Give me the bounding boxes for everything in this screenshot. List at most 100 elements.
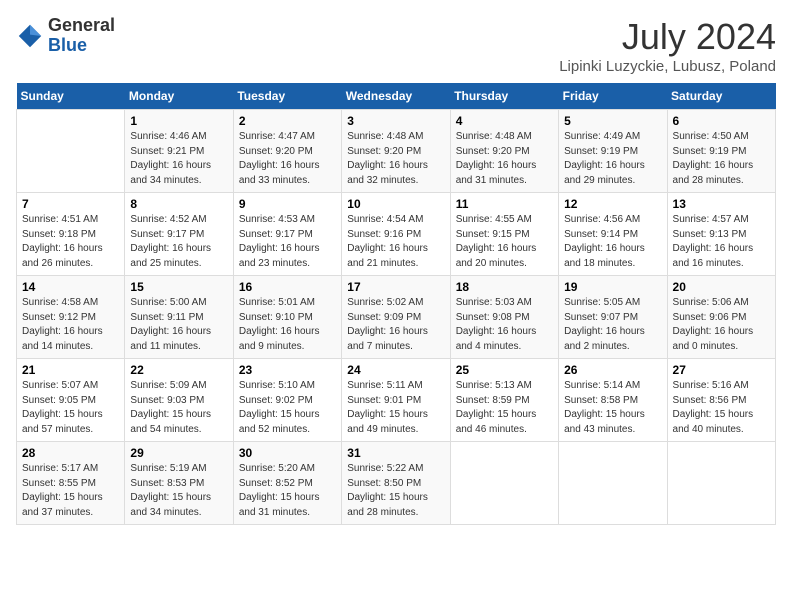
- calendar-cell: 10Sunrise: 4:54 AMSunset: 9:16 PMDayligh…: [342, 193, 450, 276]
- day-number: 19: [564, 280, 661, 294]
- day-number: 11: [456, 197, 553, 211]
- calendar-cell: 28 Sunrise: 5:17 AMSunset: 8:55 PMDayligh…: [17, 442, 125, 525]
- calendar-cell: [559, 442, 667, 525]
- day-number: 13: [673, 197, 770, 211]
- calendar-cell: 31 Sunrise: 5:22 AMSunset: 8:50 PMDayligh…: [342, 442, 450, 525]
- calendar-cell: 30Sunrise: 5:20 AMSunset: 8:52 PMDayligh…: [233, 442, 341, 525]
- day-info: Sunrise: 4:47 AMSunset: 9:20 PMDaylight:…: [239, 130, 336, 188]
- calendar-cell: 8 Sunrise: 4:52 AMSunset: 9:17 PMDaylight…: [125, 193, 233, 276]
- day-number: 4: [456, 114, 553, 128]
- day-info: Sunrise: 5:17 AMSunset: 8:55 PMDaylight:…: [22, 462, 119, 520]
- calendar-cell: [667, 442, 775, 525]
- day-number: 14: [22, 280, 119, 294]
- calendar-cell: 1 Sunrise: 4:46 AMSunset: 9:21 PMDaylight…: [125, 110, 233, 193]
- day-number: 18: [456, 280, 553, 294]
- day-info: Sunrise: 4:53 AMSunset: 9:17 PMDaylight:…: [239, 213, 336, 271]
- day-number: 22: [130, 363, 227, 377]
- weekday-header: Sunday: [17, 83, 125, 110]
- day-number: 1: [130, 114, 227, 128]
- calendar-week-row: 14 Sunrise: 4:58 AMSunset: 9:12 PMDayligh…: [17, 276, 776, 359]
- day-number: 3: [347, 114, 444, 128]
- weekday-header: Thursday: [450, 83, 558, 110]
- day-info: Sunrise: 5:11 AMSunset: 9:01 PMDaylight:…: [347, 379, 444, 437]
- day-info: Sunrise: 4:55 AMSunset: 9:15 PMDaylight:…: [456, 213, 553, 271]
- calendar-table: SundayMondayTuesdayWednesdayThursdayFrid…: [16, 83, 776, 525]
- weekday-header: Monday: [125, 83, 233, 110]
- day-info: Sunrise: 5:09 AMSunset: 9:03 PMDaylight:…: [130, 379, 227, 437]
- day-info: Sunrise: 5:01 AMSunset: 9:10 PMDaylight:…: [239, 296, 336, 354]
- calendar-cell: 5 Sunrise: 4:49 AMSunset: 9:19 PMDaylight…: [559, 110, 667, 193]
- calendar-week-row: 1 Sunrise: 4:46 AMSunset: 9:21 PMDaylight…: [17, 110, 776, 193]
- logo-blue: Blue: [48, 36, 115, 56]
- location-title: Lipinki Luzyckie, Lubusz, Poland: [559, 58, 776, 75]
- calendar-cell: 12Sunrise: 4:56 AMSunset: 9:14 PMDayligh…: [559, 193, 667, 276]
- day-info: Sunrise: 5:10 AMSunset: 9:02 PMDaylight:…: [239, 379, 336, 437]
- day-number: 15: [130, 280, 227, 294]
- day-info: Sunrise: 5:13 AMSunset: 8:59 PMDaylight:…: [456, 379, 553, 437]
- day-info: Sunrise: 4:49 AMSunset: 9:19 PMDaylight:…: [564, 130, 661, 188]
- calendar-cell: 19 Sunrise: 5:05 AMSunset: 9:07 PMDayligh…: [559, 276, 667, 359]
- day-info: Sunrise: 4:48 AMSunset: 9:20 PMDaylight:…: [456, 130, 553, 188]
- day-info: Sunrise: 5:22 AMSunset: 8:50 PMDaylight:…: [347, 462, 444, 520]
- day-info: Sunrise: 5:02 AMSunset: 9:09 PMDaylight:…: [347, 296, 444, 354]
- logo: General Blue: [16, 16, 115, 56]
- day-info: Sunrise: 5:05 AMSunset: 9:07 PMDaylight:…: [564, 296, 661, 354]
- title-block: July 2024 Lipinki Luzyckie, Lubusz, Pola…: [559, 16, 776, 75]
- day-info: Sunrise: 4:46 AMSunset: 9:21 PMDaylight:…: [130, 130, 227, 188]
- calendar-cell: 9 Sunrise: 4:53 AMSunset: 9:17 PMDaylight…: [233, 193, 341, 276]
- weekday-header: Tuesday: [233, 83, 341, 110]
- calendar-cell: 26Sunrise: 5:14 AMSunset: 8:58 PMDayligh…: [559, 359, 667, 442]
- calendar-cell: 21Sunrise: 5:07 AMSunset: 9:05 PMDayligh…: [17, 359, 125, 442]
- day-info: Sunrise: 4:52 AMSunset: 9:17 PMDaylight:…: [130, 213, 227, 271]
- day-info: Sunrise: 4:57 AMSunset: 9:13 PMDaylight:…: [673, 213, 770, 271]
- day-number: 9: [239, 197, 336, 211]
- calendar-cell: 16 Sunrise: 5:01 AMSunset: 9:10 PMDayligh…: [233, 276, 341, 359]
- calendar-cell: 7Sunrise: 4:51 AMSunset: 9:18 PMDaylight…: [17, 193, 125, 276]
- day-number: 21: [22, 363, 119, 377]
- calendar-cell: 6 Sunrise: 4:50 AMSunset: 9:19 PMDaylight…: [667, 110, 775, 193]
- day-number: 23: [239, 363, 336, 377]
- calendar-header-row: SundayMondayTuesdayWednesdayThursdayFrid…: [17, 83, 776, 110]
- month-year-title: July 2024: [559, 16, 776, 58]
- day-number: 8: [130, 197, 227, 211]
- day-info: Sunrise: 5:14 AMSunset: 8:58 PMDaylight:…: [564, 379, 661, 437]
- calendar-cell: 2 Sunrise: 4:47 AMSunset: 9:20 PMDaylight…: [233, 110, 341, 193]
- day-info: Sunrise: 4:58 AMSunset: 9:12 PMDaylight:…: [22, 296, 119, 354]
- weekday-header: Friday: [559, 83, 667, 110]
- day-number: 24: [347, 363, 444, 377]
- calendar-week-row: 21Sunrise: 5:07 AMSunset: 9:05 PMDayligh…: [17, 359, 776, 442]
- day-info: Sunrise: 4:54 AMSunset: 9:16 PMDaylight:…: [347, 213, 444, 271]
- day-info: Sunrise: 5:20 AMSunset: 8:52 PMDaylight:…: [239, 462, 336, 520]
- day-info: Sunrise: 4:50 AMSunset: 9:19 PMDaylight:…: [673, 130, 770, 188]
- calendar-week-row: 28 Sunrise: 5:17 AMSunset: 8:55 PMDayligh…: [17, 442, 776, 525]
- calendar-cell: [450, 442, 558, 525]
- calendar-cell: 15Sunrise: 5:00 AMSunset: 9:11 PMDayligh…: [125, 276, 233, 359]
- day-number: 2: [239, 114, 336, 128]
- day-number: 5: [564, 114, 661, 128]
- calendar-cell: 27Sunrise: 5:16 AMSunset: 8:56 PMDayligh…: [667, 359, 775, 442]
- calendar-week-row: 7Sunrise: 4:51 AMSunset: 9:18 PMDaylight…: [17, 193, 776, 276]
- weekday-header: Wednesday: [342, 83, 450, 110]
- calendar-cell: 11 Sunrise: 4:55 AMSunset: 9:15 PMDayligh…: [450, 193, 558, 276]
- day-number: 7: [22, 197, 119, 211]
- calendar-cell: 20Sunrise: 5:06 AMSunset: 9:06 PMDayligh…: [667, 276, 775, 359]
- day-number: 31: [347, 446, 444, 460]
- day-number: 28: [22, 446, 119, 460]
- day-number: 17: [347, 280, 444, 294]
- day-info: Sunrise: 5:19 AMSunset: 8:53 PMDaylight:…: [130, 462, 227, 520]
- logo-general: General: [48, 16, 115, 36]
- calendar-cell: 14 Sunrise: 4:58 AMSunset: 9:12 PMDayligh…: [17, 276, 125, 359]
- day-number: 6: [673, 114, 770, 128]
- weekday-header: Saturday: [667, 83, 775, 110]
- day-number: 25: [456, 363, 553, 377]
- day-number: 29: [130, 446, 227, 460]
- page-header: General Blue July 2024 Lipinki Luzyckie,…: [16, 16, 776, 75]
- day-number: 16: [239, 280, 336, 294]
- calendar-cell: 24 Sunrise: 5:11 AMSunset: 9:01 PMDayligh…: [342, 359, 450, 442]
- calendar-cell: [17, 110, 125, 193]
- day-info: Sunrise: 5:03 AMSunset: 9:08 PMDaylight:…: [456, 296, 553, 354]
- day-number: 20: [673, 280, 770, 294]
- day-number: 12: [564, 197, 661, 211]
- calendar-cell: 4 Sunrise: 4:48 AMSunset: 9:20 PMDaylight…: [450, 110, 558, 193]
- logo-icon: [16, 22, 44, 50]
